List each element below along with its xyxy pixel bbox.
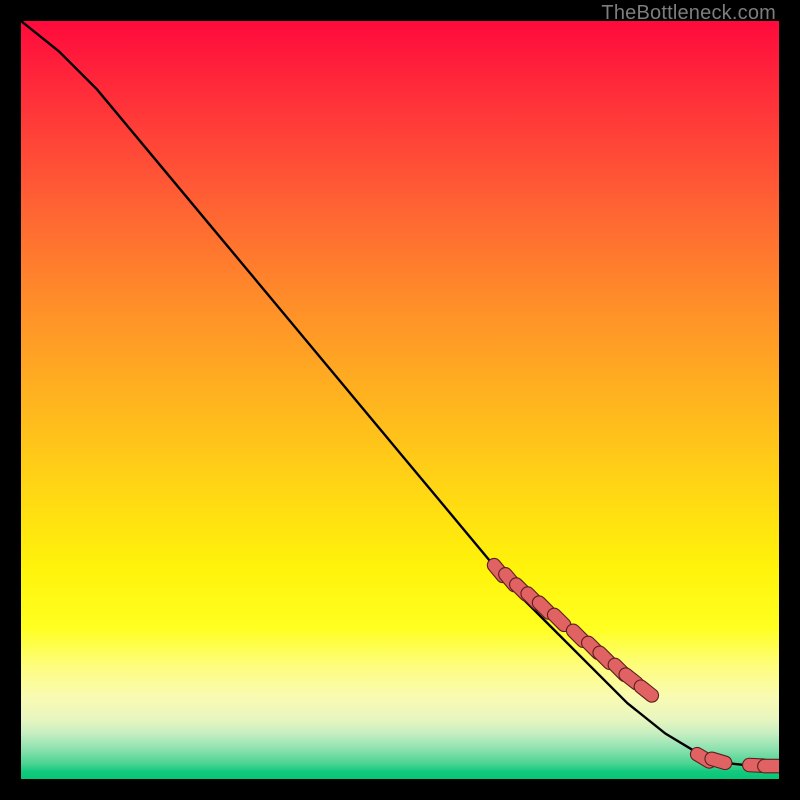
marker-capsule xyxy=(554,615,564,625)
overlay-svg xyxy=(21,21,779,779)
marker-capsule xyxy=(573,631,583,641)
chart-frame: TheBottleneck.com xyxy=(0,0,800,800)
plot-area xyxy=(21,21,779,779)
marker-capsule xyxy=(641,687,652,696)
marker-capsule xyxy=(600,653,610,663)
highlighted-markers xyxy=(494,565,778,766)
bottleneck-curve xyxy=(21,21,779,766)
marker-capsule xyxy=(626,675,637,684)
marker-capsule xyxy=(539,603,549,613)
marker-capsule xyxy=(712,759,725,763)
